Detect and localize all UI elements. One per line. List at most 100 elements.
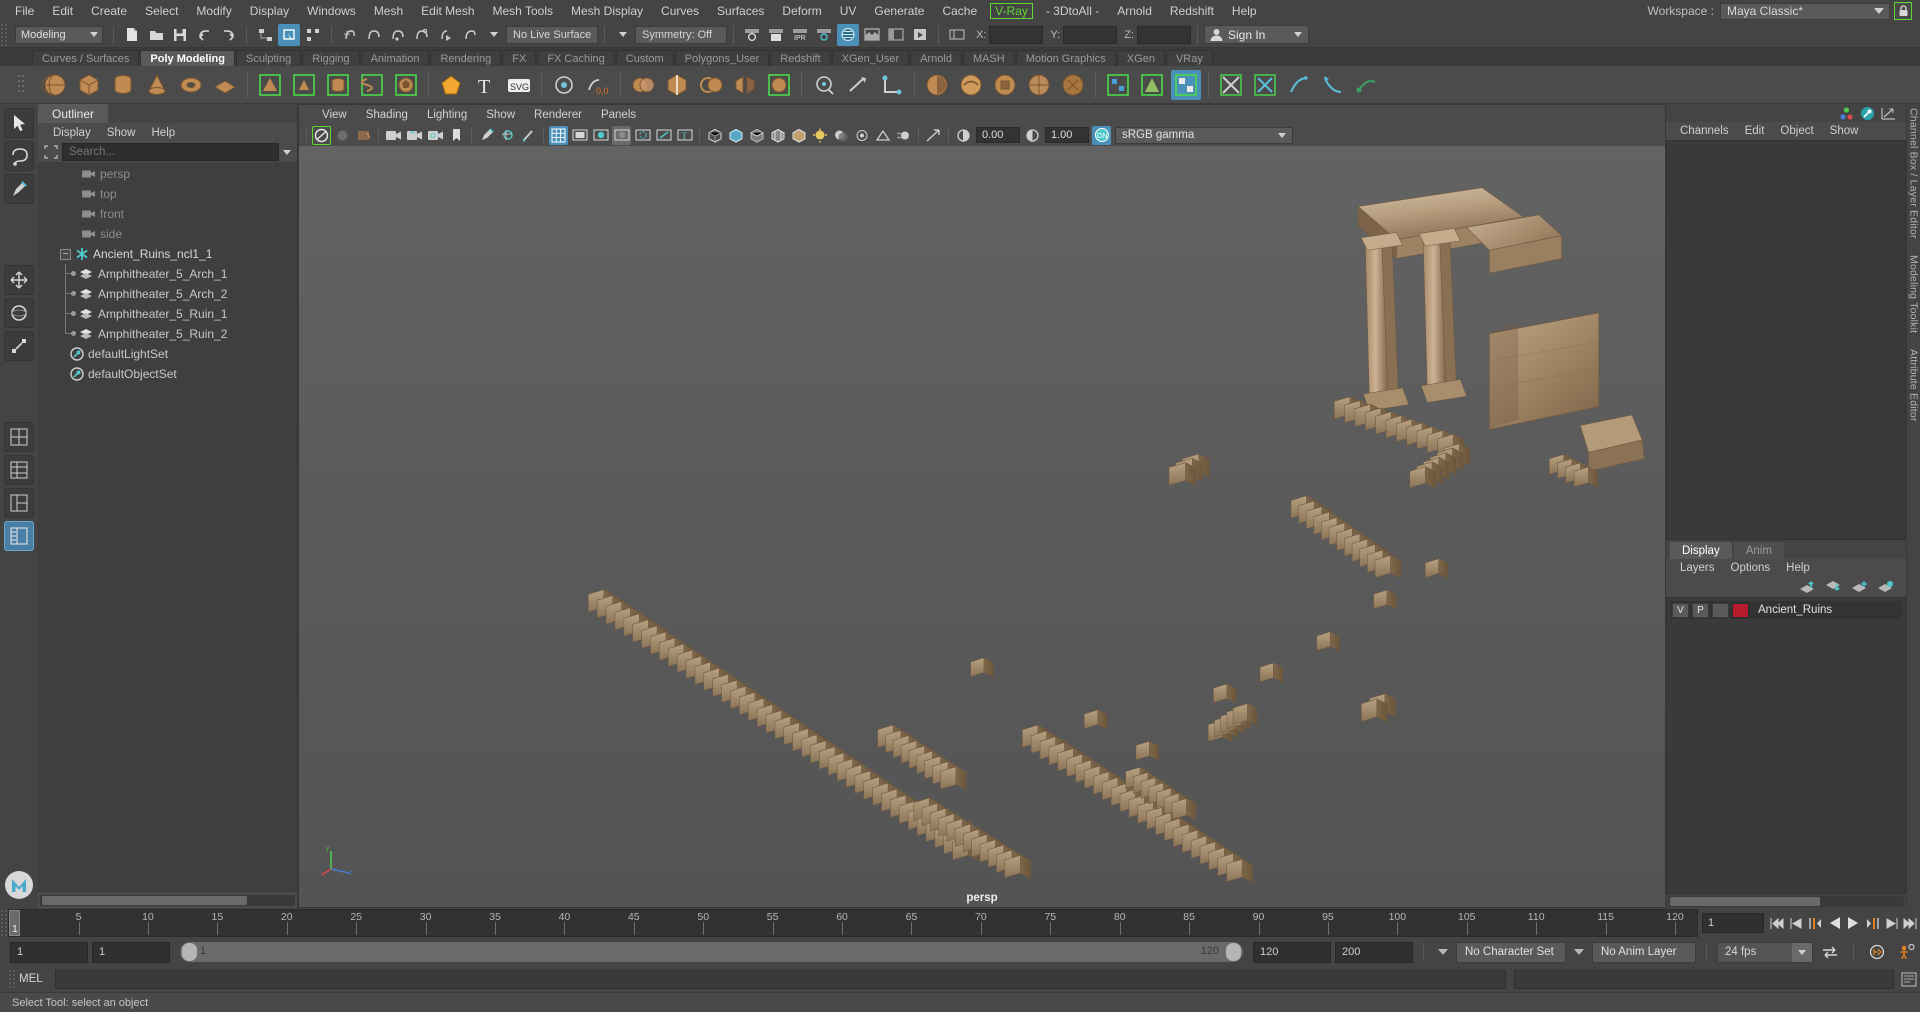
- anim-layer-chevron-down-icon[interactable]: [1574, 949, 1584, 955]
- redo-button[interactable]: [217, 24, 239, 46]
- rail-label-attribute-editor[interactable]: Attribute Editor: [1908, 349, 1920, 422]
- create-polygon-tool-icon[interactable]: [436, 70, 466, 100]
- step-back-frame-icon[interactable]: [1807, 914, 1824, 933]
- symmetry-field[interactable]: Symmetry: Off: [635, 25, 727, 44]
- measure-tool-icon[interactable]: [519, 126, 538, 145]
- select-camera-icon[interactable]: [312, 125, 331, 145]
- persp-outliner-layout-icon[interactable]: [4, 455, 34, 485]
- display-normals-icon[interactable]: [1284, 70, 1314, 100]
- outliner-persp-layout-icon[interactable]: [4, 521, 34, 551]
- poly-cone-icon[interactable]: [142, 70, 172, 100]
- connect-icon[interactable]: [877, 70, 907, 100]
- exposure-icon[interactable]: [954, 126, 973, 145]
- layer-row[interactable]: V P Ancient_Ruins: [1670, 601, 1902, 619]
- command-line-language-label[interactable]: MEL: [19, 973, 55, 985]
- menu-deform[interactable]: Deform: [773, 2, 830, 20]
- viewport-3d-canvas[interactable]: y z x persp: [299, 146, 1665, 907]
- poly-plane-icon[interactable]: [210, 70, 240, 100]
- viewport-screenshot-icon[interactable]: [924, 126, 943, 145]
- layer-menu-help[interactable]: Help: [1778, 561, 1818, 575]
- menu-mesh-tools[interactable]: Mesh Tools: [484, 2, 562, 20]
- scrollbar-track[interactable]: [40, 894, 295, 906]
- poly-pipe-icon[interactable]: [323, 70, 353, 100]
- outliner-item-side[interactable]: side: [38, 224, 297, 244]
- layer-menu-layers[interactable]: Layers: [1672, 561, 1723, 575]
- channel-box-menu-object[interactable]: Object: [1772, 124, 1821, 138]
- shelf-tab-animation[interactable]: Animation: [360, 50, 430, 66]
- texture-display-icon[interactable]: [789, 126, 808, 145]
- shelf-tab-sculpting[interactable]: Sculpting: [235, 50, 302, 66]
- range-left-handle[interactable]: [182, 943, 197, 961]
- target-weld-icon[interactable]: [809, 70, 839, 100]
- uv-unfold-icon[interactable]: [1137, 70, 1167, 100]
- lock-camera-icon[interactable]: [333, 126, 352, 145]
- outliner-item-defaultobjectset[interactable]: defaultObjectSet: [38, 364, 297, 384]
- redo-render-button[interactable]: [765, 24, 787, 46]
- menu-modify[interactable]: Modify: [187, 2, 240, 20]
- rail-label-modeling-toolkit[interactable]: Modeling Toolkit: [1908, 255, 1920, 333]
- make-live-shelf-icon[interactable]: 0,0: [583, 70, 613, 100]
- channel-box-menu-channels[interactable]: Channels: [1672, 124, 1737, 138]
- save-scene-button[interactable]: [169, 24, 191, 46]
- time-slider-grip[interactable]: [0, 909, 8, 937]
- outliner-item-ancient-ruins-ncl1-1[interactable]: − Ancient_Ruins_ncl1_1: [38, 244, 297, 264]
- snap-to-curve-button[interactable]: [363, 24, 385, 46]
- open-scene-button[interactable]: [145, 24, 167, 46]
- shelf-tab-xgen[interactable]: XGen: [1116, 50, 1165, 66]
- playback-speed-selector[interactable]: 24 fps: [1717, 941, 1813, 963]
- select-object-button[interactable]: [278, 23, 300, 46]
- bevel-icon[interactable]: [922, 70, 952, 100]
- channel-box-menu-edit[interactable]: Edit: [1737, 124, 1773, 138]
- go-to-end-icon[interactable]: [1902, 914, 1919, 933]
- paint-select-tool-icon[interactable]: [4, 174, 34, 204]
- character-set-chevron-down-icon[interactable]: [1438, 949, 1448, 955]
- shelf-tab-rendering[interactable]: Rendering: [430, 50, 502, 66]
- layer-name[interactable]: Ancient_Ruins: [1758, 604, 1832, 616]
- show-hide-editor-button[interactable]: [946, 24, 968, 46]
- mesh-cleanup-icon[interactable]: [1250, 70, 1280, 100]
- grease-pencil-icon[interactable]: [477, 126, 496, 145]
- gamma-icon[interactable]: [1023, 126, 1042, 145]
- resolution-gate-icon[interactable]: [591, 126, 610, 145]
- select-component-button[interactable]: [302, 24, 324, 46]
- layer-tab-anim[interactable]: Anim: [1733, 542, 1784, 559]
- menu-select[interactable]: Select: [136, 2, 187, 20]
- live-surface-field[interactable]: No Live Surface: [506, 25, 598, 44]
- poly-soccer-ball-icon[interactable]: [391, 70, 421, 100]
- outliner-item-top[interactable]: top: [38, 184, 297, 204]
- lock-camera-toggle-icon[interactable]: [405, 126, 424, 145]
- time-slider-track[interactable]: 1 5 10 15 20 25 30 35 40 45 50 55 60 65 70 75 80 85 90 95 1…: [8, 909, 1698, 937]
- snap-to-projected-center-button[interactable]: [411, 24, 433, 46]
- uv-editor-icon[interactable]: [1103, 70, 1133, 100]
- rotate-tool-icon[interactable]: [4, 298, 34, 328]
- wireframe-shading-icon[interactable]: [705, 126, 724, 145]
- use-default-lighting-icon[interactable]: [810, 126, 829, 145]
- svg-tool-icon[interactable]: SVG: [504, 70, 534, 100]
- separate-icon[interactable]: [662, 70, 692, 100]
- outliner-item-amphitheater-5-ruin-2[interactable]: Amphitheater_5_Ruin_2: [38, 324, 297, 344]
- menu-edit-mesh[interactable]: Edit Mesh: [412, 2, 483, 20]
- shelf-tab-vray[interactable]: VRay: [1165, 50, 1213, 66]
- bridge-icon[interactable]: [956, 70, 986, 100]
- move-layer-down-icon[interactable]: [1825, 580, 1842, 594]
- command-line-input[interactable]: [55, 969, 1506, 989]
- scrollbar-thumb[interactable]: [1670, 896, 1820, 906]
- render-current-frame-button[interactable]: [741, 24, 763, 46]
- shelf-tab-custom[interactable]: Custom: [615, 50, 674, 66]
- outliner-item-persp[interactable]: persp: [38, 164, 297, 184]
- multi-cut-icon[interactable]: [843, 70, 873, 100]
- outliner-item-defaultlightset[interactable]: defaultLightSet: [38, 344, 297, 364]
- viewport-menu-show[interactable]: Show: [477, 108, 524, 122]
- shelf-tab-curves-surfaces[interactable]: Curves / Surfaces: [32, 50, 140, 66]
- undo-button[interactable]: [193, 24, 215, 46]
- layer-playback-toggle[interactable]: P: [1692, 602, 1709, 618]
- symmetry-chevron-down-icon[interactable]: [612, 24, 634, 46]
- normals-reverse-icon[interactable]: [1318, 70, 1348, 100]
- layer-list-scrollbar[interactable]: [1666, 894, 1906, 908]
- scrollbar-thumb[interactable]: [42, 895, 247, 905]
- outliner-menu-show[interactable]: Show: [100, 126, 143, 140]
- step-forward-frame-icon[interactable]: [1864, 914, 1881, 933]
- menu-3dtoall[interactable]: - 3DtoAll -: [1037, 2, 1108, 20]
- poly-torus-icon[interactable]: [176, 70, 206, 100]
- play-backwards-icon[interactable]: [1826, 914, 1843, 933]
